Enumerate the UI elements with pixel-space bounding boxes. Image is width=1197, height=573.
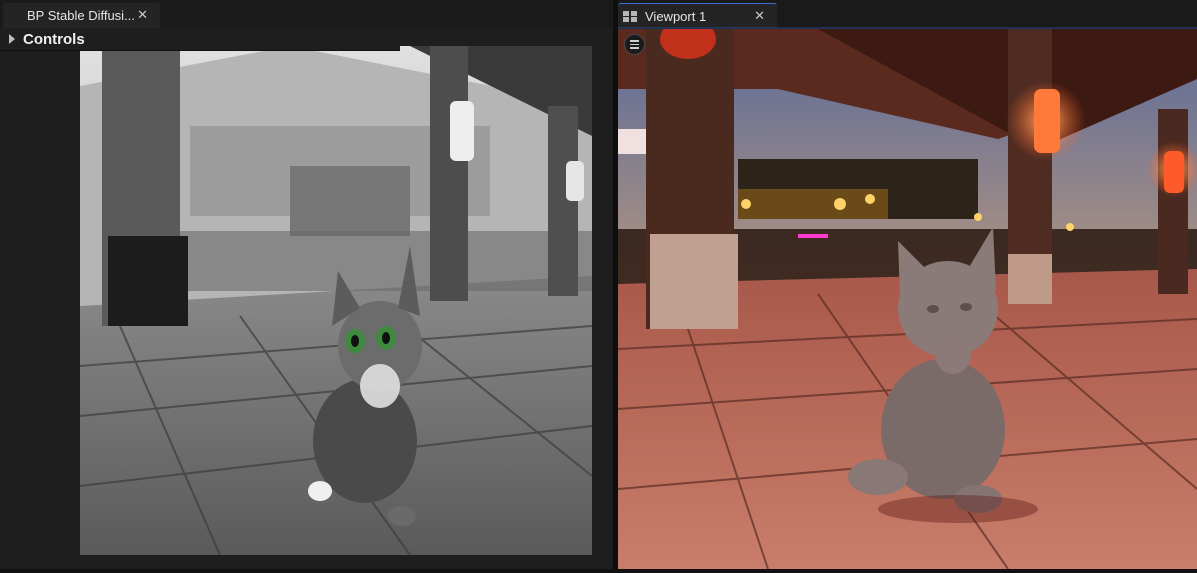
viewport-grid-icon [623, 11, 637, 22]
tab-bp-stable-diffusion[interactable]: BP Stable Diffusi... ✕ [3, 3, 160, 28]
status-strip [0, 569, 1197, 573]
editor-window: BP Stable Diffusi... ✕ Controls Viewport… [0, 0, 1197, 573]
expand-arrow-icon[interactable] [9, 34, 15, 44]
controls-header[interactable]: Controls [0, 28, 400, 51]
generated-image [80, 46, 592, 555]
hamburger-menu-icon[interactable] [624, 34, 645, 55]
close-icon[interactable]: ✕ [137, 7, 148, 23]
tab-viewport-1[interactable]: Viewport 1 ✕ [618, 3, 777, 28]
viewport-panel: Viewport 1 ✕ [618, 0, 1197, 573]
tab-label: BP Stable Diffusi... [27, 8, 135, 23]
stable-diffusion-panel: BP Stable Diffusi... ✕ Controls [0, 0, 613, 573]
controls-title: Controls [23, 30, 85, 48]
panel-content: Controls [0, 28, 613, 573]
3d-viewport[interactable] [618, 29, 1197, 569]
tab-label: Viewport 1 [645, 8, 707, 24]
close-icon[interactable]: ✕ [754, 8, 765, 24]
